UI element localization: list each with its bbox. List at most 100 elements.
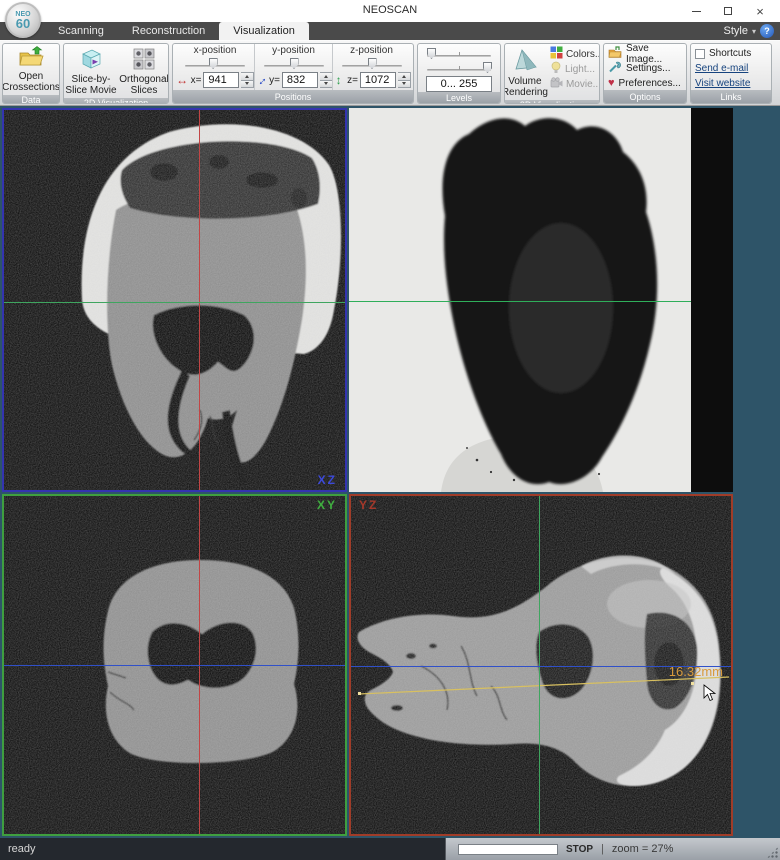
x-position-title: x-position: [194, 45, 237, 56]
ribbon-tab-bar: Scanning Reconstruction Visualization St…: [0, 22, 780, 40]
z-position-slider[interactable]: [342, 57, 402, 70]
z-prefix: z=: [347, 75, 358, 86]
slice-movie-cube-icon: [79, 48, 103, 73]
slider-tick: [459, 66, 460, 70]
window-title: NEOSCAN: [0, 4, 780, 16]
tab-visualization[interactable]: Visualization: [219, 22, 309, 40]
group-label-2d: 2D Visualization: [64, 98, 168, 104]
help-icon[interactable]: ?: [760, 24, 774, 38]
minimize-icon: [692, 11, 701, 12]
preferences-button[interactable]: ♥ Preferences...: [608, 77, 681, 90]
group-data: Open Crossections Data: [2, 43, 60, 104]
send-email-link[interactable]: Send e-mail: [695, 62, 748, 75]
level-min-slider[interactable]: [427, 47, 491, 59]
group-levels: 0... 255 Levels: [417, 43, 501, 104]
group-2d-visualization: Slice-by-Slice Movie Orthogonal Sl: [63, 43, 169, 104]
xz-slice-image: [4, 110, 345, 490]
group-options: Save Image... Settings... ♥ Preferences.…: [603, 43, 687, 104]
status-bar: ready STOP | zoom = 27%: [0, 838, 780, 860]
y-position-title: y-position: [272, 45, 315, 56]
down-arrow-icon: [402, 82, 406, 85]
colors-icon: [550, 46, 563, 62]
slider-tick: [459, 52, 460, 56]
z-spin-down[interactable]: [398, 80, 410, 88]
orthogonal-slices-button[interactable]: Orthogonal Slices: [120, 46, 168, 98]
stop-button[interactable]: STOP: [566, 844, 593, 855]
z-spinner: [398, 72, 411, 88]
status-message: ready: [8, 843, 36, 855]
z-position-input[interactable]: 1072: [360, 72, 396, 88]
settings-button[interactable]: Settings...: [608, 62, 670, 75]
xz-crosshair-horizontal: [4, 302, 345, 303]
group-label-positions: Positions: [173, 90, 413, 103]
x-spin-down[interactable]: [241, 80, 253, 88]
shortcuts-toggle[interactable]: Shortcuts: [695, 47, 751, 60]
x-position-input[interactable]: 941: [203, 72, 239, 88]
group-label-links: Links: [691, 90, 771, 103]
open-crossections-button[interactable]: Open Crossections: [2, 44, 60, 95]
group-links: Shortcuts Send e-mail Visit website Link…: [690, 43, 772, 104]
viewport-xz[interactable]: XZ: [2, 108, 347, 492]
level-min-thumb[interactable]: [427, 48, 436, 59]
settings-wrench-icon: [608, 61, 622, 76]
maximize-icon: [724, 7, 732, 15]
y-position-slider[interactable]: [264, 57, 324, 70]
status-right-panel: STOP | zoom = 27%: [445, 838, 780, 860]
level-max-thumb[interactable]: [483, 62, 492, 73]
progress-bar: [458, 844, 558, 855]
y-spinner: [320, 72, 333, 88]
viewport-projection[interactable]: [349, 108, 733, 492]
projection-crosshair-horizontal: [349, 301, 691, 302]
open-crossections-label: Open Crossections: [2, 71, 60, 93]
x-slider-thumb[interactable]: [209, 58, 218, 69]
up-arrow-icon: [245, 75, 249, 78]
mouse-cursor-icon: [703, 684, 716, 707]
group-positions: x-position ↔ x= 941: [172, 43, 414, 104]
colors-button[interactable]: Colors...: [550, 47, 600, 61]
logo-text-bottom: 60: [16, 18, 30, 30]
shortcuts-label: Shortcuts: [709, 48, 751, 59]
volume-rendering-button[interactable]: Volume Rendering: [504, 46, 549, 100]
close-button[interactable]: ×: [744, 0, 776, 22]
y-position-input[interactable]: 832: [282, 72, 318, 88]
app-logo[interactable]: NEO 60: [5, 2, 41, 38]
x-position-slider[interactable]: [185, 57, 245, 70]
tab-reconstruction[interactable]: Reconstruction: [118, 23, 219, 40]
x-axis-icon: ↔: [176, 73, 189, 87]
visit-website-link[interactable]: Visit website: [695, 77, 750, 90]
light-button[interactable]: Light...: [550, 62, 600, 76]
volume-rendering-icon: [512, 48, 538, 75]
light-label: Light...: [565, 64, 595, 75]
yz-viewport-label: YZ: [359, 498, 378, 512]
orthogonal-slices-label: Orthogonal Slices: [119, 74, 168, 96]
minimize-button[interactable]: [680, 0, 712, 22]
title-bar: NEOSCAN ×: [0, 0, 780, 22]
viewport-workspace: XZ: [0, 106, 780, 838]
maximize-button[interactable]: [712, 0, 744, 22]
save-image-button[interactable]: Save Image...: [608, 47, 686, 60]
y-axis-icon: ↔: [251, 71, 269, 89]
movie-camera-icon: [550, 77, 563, 92]
xz-crosshair-vertical: [199, 110, 200, 490]
slice-by-slice-movie-button[interactable]: Slice-by-Slice Movie: [64, 46, 118, 98]
preferences-heart-icon: ♥: [608, 78, 615, 89]
viewport-xy[interactable]: XY: [2, 494, 347, 836]
ribbon-toolbar: Open Crossections Data Slice: [0, 40, 780, 106]
group-label-options: Options: [604, 90, 686, 103]
z-slider-thumb[interactable]: [368, 58, 377, 69]
chevron-down-icon: ▾: [752, 27, 756, 36]
tab-scanning[interactable]: Scanning: [44, 23, 118, 40]
y-prefix: y=: [269, 75, 280, 86]
viewport-yz[interactable]: YZ 16.32mm: [349, 494, 733, 836]
movie-button[interactable]: Movie...: [550, 77, 600, 91]
style-menu[interactable]: Style: [724, 25, 748, 37]
light-bulb-icon: [550, 61, 562, 77]
levels-range-input[interactable]: 0... 255: [426, 76, 492, 92]
level-max-slider[interactable]: [427, 61, 491, 73]
y-slider-thumb[interactable]: [290, 58, 299, 69]
projection-image: [349, 108, 691, 488]
preferences-label: Preferences...: [619, 78, 681, 89]
orthogonal-slices-icon: [133, 48, 155, 73]
y-spin-down[interactable]: [320, 80, 332, 88]
resize-grip[interactable]: [767, 847, 778, 858]
